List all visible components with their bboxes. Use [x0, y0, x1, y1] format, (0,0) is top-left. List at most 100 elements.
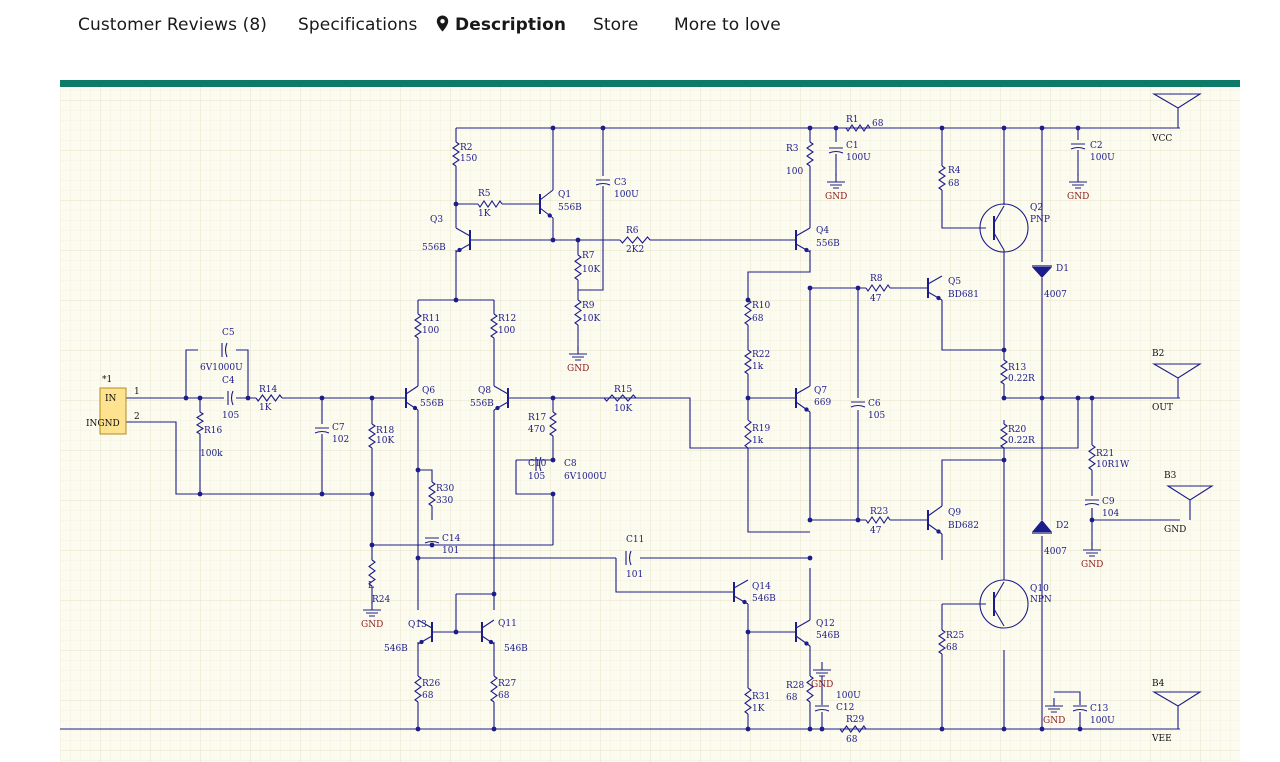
c1-ref-label: C1 [846, 141, 859, 151]
r30-value-label: 330 [436, 496, 453, 506]
r25-value-label: 68 [946, 643, 958, 653]
c2-value-label: 100U [1090, 153, 1115, 163]
r15-value-label: 10K [614, 404, 632, 414]
q9-value-label: BD682 [948, 521, 979, 531]
r28-ref-label: R28 [786, 681, 805, 691]
tab-specifications[interactable]: Specifications [298, 15, 417, 35]
r18-value-label: 10K [376, 436, 394, 446]
q6-ref-label: Q6 [422, 386, 435, 396]
c7-value-label: 102 [332, 435, 349, 445]
c11-ref-label: C11 [626, 535, 644, 545]
c10-ref-label: C10 [528, 459, 547, 469]
out-net-label: OUT [1152, 403, 1173, 413]
r30-ref-label: R30 [436, 484, 455, 494]
q5-ref-label: Q5 [948, 277, 961, 287]
r31-ref-label: R31 [752, 692, 770, 702]
r23-ref-label: R23 [870, 507, 889, 517]
r17-value-label: 470 [528, 425, 545, 435]
r15-ref-label: R15 [614, 385, 633, 395]
d2-ref-label: D2 [1056, 521, 1069, 531]
gnd-net-label: GND [1164, 525, 1186, 535]
d2-value-label: 4007 [1044, 547, 1067, 557]
gnd-c1-label: GND [825, 192, 847, 202]
r23-value-label: 47 [870, 526, 882, 536]
r24-ref-label: R24 [372, 595, 391, 605]
q11-value-label: 546B [504, 644, 528, 654]
r7-ref-label: R7 [582, 251, 595, 261]
b2-port-label: B2 [1152, 349, 1164, 359]
q1-ref-label: Q1 [558, 190, 571, 200]
c7-ref-label: C7 [332, 423, 345, 433]
r27-ref-label: R27 [498, 679, 517, 689]
r12-value-label: 100 [498, 326, 515, 336]
c14-ref-label: C14 [442, 534, 461, 544]
c4-ref-label: C4 [222, 376, 235, 386]
connector-pin2-label: 2 [134, 412, 140, 422]
tab-description[interactable]: Description [436, 15, 566, 37]
tab-description-label: Description [455, 15, 567, 35]
c3-ref-label: C3 [614, 178, 627, 188]
vcc-net-label: VCC [1151, 134, 1172, 144]
gnd-c9-label: GND [1081, 560, 1103, 570]
tab-store[interactable]: Store [593, 15, 638, 35]
r26-ref-label: R26 [422, 679, 441, 689]
r26-value-label: 68 [422, 691, 434, 701]
c12-ref-label: C12 [836, 703, 854, 713]
q10-ref-label: Q10 [1030, 584, 1049, 594]
connector-pin-ingnd-label: INGND [86, 419, 120, 429]
r9-value-label: 10K [582, 314, 600, 324]
q12-value-label: 546B [816, 631, 840, 641]
c13-ref-label: C13 [1090, 704, 1109, 714]
r28-value-label: 68 [786, 693, 798, 703]
tab-customer-reviews[interactable]: Customer Reviews (8) [78, 15, 267, 35]
amplifier-schematic-image: GND GND GND GND GND GND GND R1 68 R2 150 R3 100 R4 68 R… [60, 87, 1240, 762]
c5-ref-label: C5 [222, 328, 235, 338]
r3-ref-label: R3 [786, 144, 799, 154]
r8-value-label: 47 [870, 294, 882, 304]
r27-value-label: 68 [498, 691, 510, 701]
c9-value-label: 104 [1102, 509, 1119, 519]
connector-designator-label: *1 [102, 375, 112, 385]
r21-ref-label: R21 [1096, 449, 1114, 459]
r7-value-label: 10K [582, 265, 600, 275]
r21-value-label: 10R1W [1096, 460, 1130, 470]
r9-ref-label: R9 [582, 301, 595, 311]
r14-ref-label: R14 [259, 385, 278, 395]
tab-more-to-love[interactable]: More to love [674, 15, 781, 35]
gnd-c2-label: GND [1067, 192, 1089, 202]
r17-ref-label: R17 [528, 413, 547, 423]
r18-ref-label: R18 [376, 426, 395, 436]
location-pin-icon [436, 15, 449, 37]
q3-value-label: 556B [422, 243, 446, 253]
r13-ref-label: R13 [1008, 363, 1027, 373]
q13-value-label: 546B [384, 644, 408, 654]
c6-ref-label: C6 [868, 399, 881, 409]
c6-value-label: 105 [868, 411, 885, 421]
r20-ref-label: R20 [1008, 425, 1027, 435]
c1-value-label: 100U [846, 153, 871, 163]
c9-ref-label: C9 [1102, 497, 1115, 507]
r1-ref-label: R1 [846, 115, 859, 125]
q7-value-label: 669 [814, 398, 831, 408]
r2-ref-label: R2 [460, 143, 473, 153]
q3-ref-label: Q3 [430, 215, 443, 225]
b3-port-label: B3 [1164, 471, 1177, 481]
c13-value-label: 100U [1090, 716, 1115, 726]
r5-ref-label: R5 [478, 189, 491, 199]
d1-ref-label: D1 [1056, 264, 1069, 274]
connector-pin-in-label: IN [105, 394, 117, 404]
c11-value-label: 101 [626, 570, 643, 580]
connector-pin1-label: 1 [134, 387, 140, 397]
q4-value-label: 556B [816, 239, 840, 249]
r31-value-label: 1K [752, 704, 765, 714]
r13-value-label: 0.22R [1008, 374, 1035, 384]
gnd-c13-label: GND [1043, 716, 1065, 726]
r4-ref-label: R4 [948, 166, 961, 176]
q6-value-label: 556B [420, 399, 444, 409]
b4-port-label: B4 [1152, 679, 1165, 689]
d1-value-label: 4007 [1044, 290, 1067, 300]
q13-ref-label: Q13 [408, 620, 427, 630]
q8-ref-label: Q8 [478, 386, 491, 396]
q4-ref-label: Q4 [816, 226, 829, 236]
r20-value-label: 0.22R [1008, 436, 1035, 446]
